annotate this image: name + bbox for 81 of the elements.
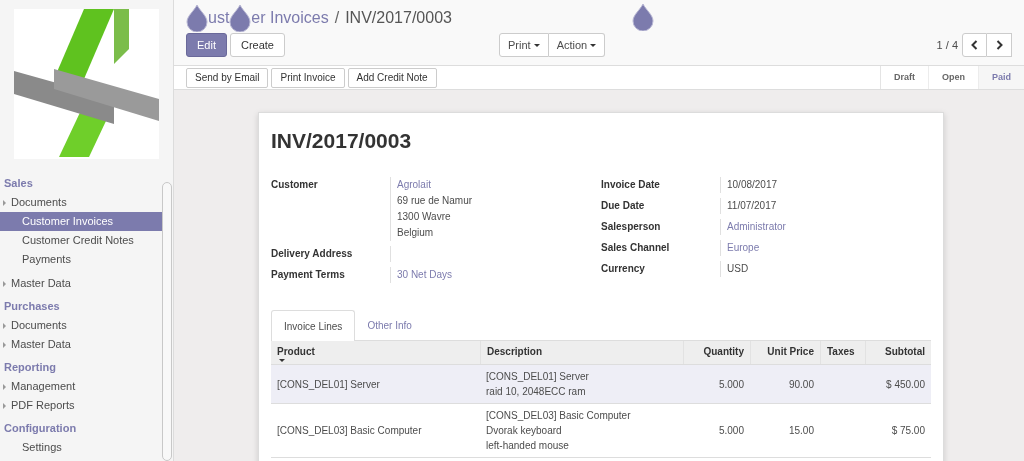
field-value: USD [727,262,749,276]
tab[interactable]: Invoice Lines [271,310,356,341]
table-cell-text: [CONS_DEL01] Server [277,377,380,392]
menu-item[interactable]: Payments [0,250,162,269]
create-button[interactable]: Create [229,33,285,57]
breadcrumb-link[interactable]: ust [208,6,230,30]
column-header[interactable]: Description [480,341,683,364]
column-header[interactable]: Unit Price [750,341,820,364]
caret-icon [533,43,540,47]
menu-item[interactable]: Master Data [11,275,71,292]
menu-item[interactable]: Customer Credit Notes [0,231,162,250]
scrollbar[interactable] [162,182,172,461]
column-header[interactable]: Taxes [820,341,865,364]
field-label: Currency [601,262,646,276]
invoice-title: INV/2017/0003 [271,128,413,151]
field-label: Delivery Address [271,247,354,261]
section-heading: Sales [3,176,34,192]
chevron-left-icon [971,40,978,50]
field-label: Customer [271,178,319,192]
field-value: 11/07/2017 [727,199,777,213]
field-link[interactable]: Europe [727,240,760,256]
caret-icon [3,322,6,329]
field-label: Invoice Date [601,178,661,192]
chevron-right-icon [995,40,1003,50]
drop-marker-icon [632,3,654,31]
column-header[interactable]: Subtotal [865,341,931,364]
drop-marker-icon [186,4,208,32]
pager-counter: 1 / 4 [936,37,958,53]
menu-item[interactable]: Documents [11,317,67,334]
menu-item[interactable]: Settings [22,439,62,456]
column-header[interactable]: Product [271,341,480,364]
breadcrumb-separator: / [334,8,340,28]
caret-icon [3,341,6,348]
section-heading: Reporting [3,360,57,376]
dropdown-button[interactable]: Action [548,33,606,57]
breadcrumb-link[interactable]: er Invoices [251,6,329,30]
field-link[interactable]: Agrolait [397,177,473,193]
caret-icon [590,43,597,47]
caret-icon [3,402,6,409]
header-button[interactable]: Send by Email [186,67,269,88]
status-step[interactable]: Paid [978,66,1024,89]
field-label: Due Date [601,199,646,213]
field-label: Payment Terms [271,268,346,282]
field-value: Belgium [397,226,435,240]
breadcrumb-current: INV/2017/0003 [345,8,452,28]
field-value: 10/08/2017 [727,178,778,192]
table-cell-text: [CONS_DEL03] Basic Computer [277,424,422,438]
column-header[interactable]: Quantity [683,341,750,364]
table-cell-text: 5.000 [718,377,744,392]
field-value: 1300 Wavre [397,210,452,224]
field-link[interactable]: Administrator [727,219,786,235]
field-label: Sales Channel [601,241,671,255]
caret-icon [3,280,6,287]
section-heading: Configuration [3,421,78,437]
field-link[interactable]: 30 Net Days [397,267,453,283]
table-cell-text: $ 450.00 [886,377,925,392]
table-row[interactable]: [CONS_DEL01] Server [CONS_DEL01] Server raid 10, 2048ECC ram 5.000 90.00 $ 450.00 [271,365,931,404]
caret-icon [3,199,6,206]
table-cell-text: 90.00 [788,377,814,392]
next-button[interactable] [987,33,1012,57]
tab[interactable]: Other Info [355,310,424,341]
header-button[interactable]: Add Credit Note [347,67,437,88]
menu-item[interactable]: Customer Invoices [0,212,162,231]
edit-button[interactable]: Edit [186,33,227,57]
table-cell-text: [CONS_DEL01] Server raid 10, 2048ECC ram [486,370,589,399]
drop-marker-icon [229,4,252,32]
table-cell-text: [CONS_DEL03] Basic Computer Dvorak keyboard left-handed mouse [486,409,631,453]
caret-icon [3,383,6,390]
section-heading: Purchases [3,299,61,315]
menu-item[interactable]: PDF Reports [11,397,75,414]
dropdown-button[interactable]: Print [499,33,549,57]
menu-item[interactable]: Management [11,378,76,395]
field-value: 69 rue de Namur [397,194,473,208]
menu-item[interactable]: Master Data [11,336,71,353]
table-cell-text: $ 75.00 [891,424,925,438]
menu-item[interactable]: Documents [11,194,67,211]
field-label: Salesperson [601,220,662,234]
table-cell-text: 15.00 [788,424,814,438]
header-button[interactable]: Print Invoice [271,67,345,88]
previous-button[interactable] [962,33,987,57]
table-cell-text: 5.000 [718,424,744,438]
